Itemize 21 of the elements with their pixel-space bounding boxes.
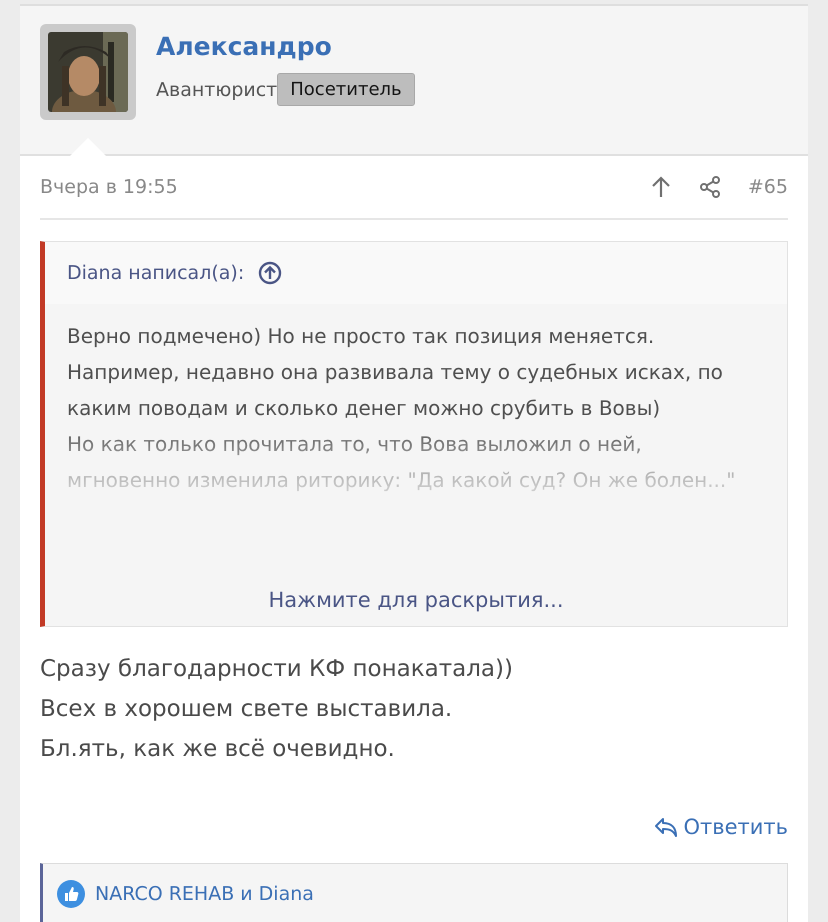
share-icon[interactable] [698, 175, 722, 199]
avatar[interactable] [40, 24, 136, 120]
quote-text: Верно подмечено) Но не просто так позиция меняется. [67, 323, 656, 350]
reactions-link[interactable]: NARCO REHAB и Diana [95, 883, 314, 905]
post-number-link[interactable]: #65 [748, 176, 788, 198]
reply-link[interactable]: Ответить [653, 815, 788, 839]
user-title: Авантюрист [156, 78, 278, 100]
post-text: Бл.ять, как же всё очевидно. [40, 735, 396, 764]
arrow-up-icon[interactable] [650, 175, 672, 199]
quote-text: Например, недавно она развивала тему о судебных исках, по каким поводам и сколько денег можно срубить в Вовы) [67, 359, 724, 422]
username-link[interactable]: Александро [156, 32, 415, 61]
post-date[interactable]: Вчера в 19:55 [40, 176, 178, 198]
post-text: Всех в хорошем свете выставила. [40, 695, 454, 724]
quote-text: Но как только прочитала то, что Вова выложил о ней, мгновенно изменила риторику: "Да какой суд? Он же болен..." [67, 431, 736, 494]
post-text: Сразу благодарности КФ понакатала)) [40, 655, 514, 684]
arrow-up-circle-icon[interactable] [258, 261, 282, 285]
reply-icon [653, 815, 680, 839]
quote-author-link[interactable]: Diana написал(а): [67, 262, 244, 284]
expand-link[interactable]: Нажмите для раскрытия... [45, 588, 787, 612]
user-badge: Посетитель [277, 73, 415, 106]
like-icon [57, 880, 85, 908]
